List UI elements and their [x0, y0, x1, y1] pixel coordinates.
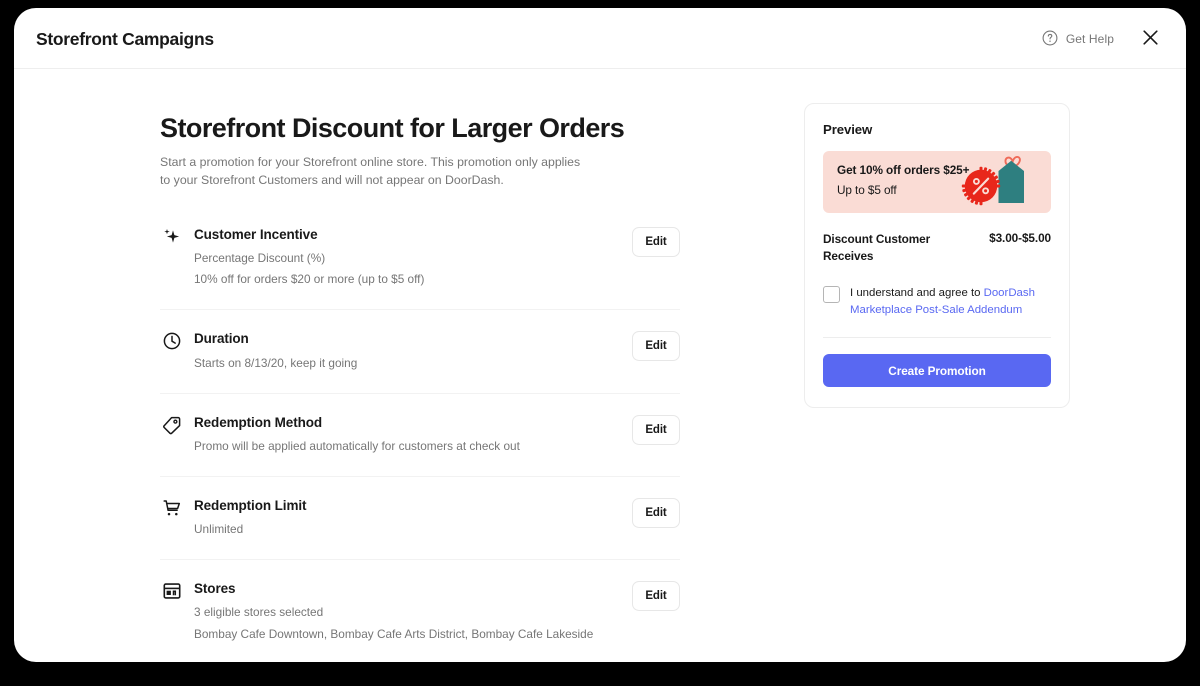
get-help-button[interactable]: Get Help — [1040, 28, 1116, 51]
modal-header: Storefront Campaigns Get Help — [14, 8, 1186, 69]
setting-text: Duration Starts on 8/13/20, keep it goin… — [184, 330, 632, 372]
storefront-campaign-modal: Storefront Campaigns Get Help Storefront… — [14, 8, 1186, 662]
setting-row-duration: Duration Starts on 8/13/20, keep it goin… — [160, 309, 680, 392]
setting-title: Redemption Method — [194, 414, 323, 430]
storefront-icon — [160, 581, 184, 601]
agreement-text-prefix: I understand and agree to — [850, 287, 984, 300]
close-button[interactable] — [1139, 26, 1162, 52]
setting-desc-line: Percentage Discount (%) — [194, 251, 326, 266]
setting-title: Redemption Limit — [194, 497, 307, 513]
agreement-row: I understand and agree to DoorDash Marke… — [823, 285, 1051, 319]
create-promotion-button[interactable]: Create Promotion — [823, 354, 1051, 388]
modal-body: Storefront Discount for Larger Orders St… — [14, 69, 1186, 661]
setting-desc-line: Unlimited — [194, 522, 244, 537]
setting-desc-line: Promo will be applied automatically for … — [194, 438, 520, 453]
setting-title: Stores — [194, 581, 236, 597]
close-icon — [1141, 28, 1160, 50]
setting-row-redemption-method: Redemption Method Promo will be applied … — [160, 392, 680, 476]
shopping-cart-icon — [160, 498, 184, 518]
sparkle-icon — [160, 227, 184, 248]
setting-row-redemption-limit: Redemption Limit Unlimited Edit — [160, 475, 680, 559]
discount-summary-row: Discount Customer Receives $3.00-$5.00 — [823, 231, 1051, 265]
setting-desc-line: Starts on 8/13/20, keep it going — [194, 355, 358, 370]
discount-label: Discount Customer Receives — [823, 232, 931, 264]
setting-row-stores: Stores 3 eligible stores selected Bombay… — [160, 559, 680, 662]
clock-icon — [160, 331, 184, 351]
settings-list: Customer Incentive Percentage Discount (… — [160, 220, 680, 662]
setting-title: Customer Incentive — [194, 226, 318, 242]
page-subtitle: Start a promotion for your Storefront on… — [160, 155, 581, 188]
card-divider — [823, 337, 1051, 339]
edit-button-duration[interactable]: Edit — [632, 331, 680, 362]
edit-button-redemption-method[interactable]: Edit — [632, 414, 680, 445]
discount-value: $3.00-$5.00 — [989, 231, 1051, 245]
agreement-text: I understand and agree to DoorDash Marke… — [850, 285, 1051, 319]
agreement-checkbox[interactable] — [823, 286, 840, 304]
setting-title: Duration — [194, 331, 249, 347]
campaign-details-column: Storefront Discount for Larger Orders St… — [160, 113, 680, 662]
page-title: Storefront Discount for Larger Orders — [160, 113, 625, 143]
edit-button-redemption-limit[interactable]: Edit — [632, 497, 680, 528]
setting-desc-line: 10% off for orders $20 or more (up to $5… — [194, 272, 425, 287]
preview-heading: Preview — [823, 122, 873, 137]
question-circle-icon — [1042, 30, 1058, 49]
edit-button-stores[interactable]: Edit — [632, 581, 680, 612]
price-tag-percent-icon — [953, 153, 1045, 213]
setting-text: Redemption Method Promo will be applied … — [184, 414, 632, 456]
setting-desc-line: Bombay Cafe Downtown, Bombay Cafe Arts D… — [194, 626, 594, 641]
setting-text: Customer Incentive Percentage Discount (… — [184, 226, 632, 289]
setting-desc-line: 3 eligible stores selected — [194, 605, 324, 620]
edit-button-customer-incentive[interactable]: Edit — [632, 226, 680, 257]
app-title: Storefront Campaigns — [36, 29, 214, 49]
setting-text: Redemption Limit Unlimited — [184, 497, 632, 539]
promo-banner: Get 10% off orders $25+ Up to $5 off — [823, 151, 1051, 213]
setting-text: Stores 3 eligible stores selected Bombay… — [184, 580, 632, 643]
tag-icon — [160, 415, 184, 435]
header-actions: Get Help — [1040, 26, 1162, 52]
setting-row-customer-incentive: Customer Incentive Percentage Discount (… — [160, 220, 680, 309]
get-help-label: Get Help — [1065, 32, 1114, 46]
preview-card: Preview Get 10% off orders $25+ Up to $5… — [804, 103, 1070, 409]
